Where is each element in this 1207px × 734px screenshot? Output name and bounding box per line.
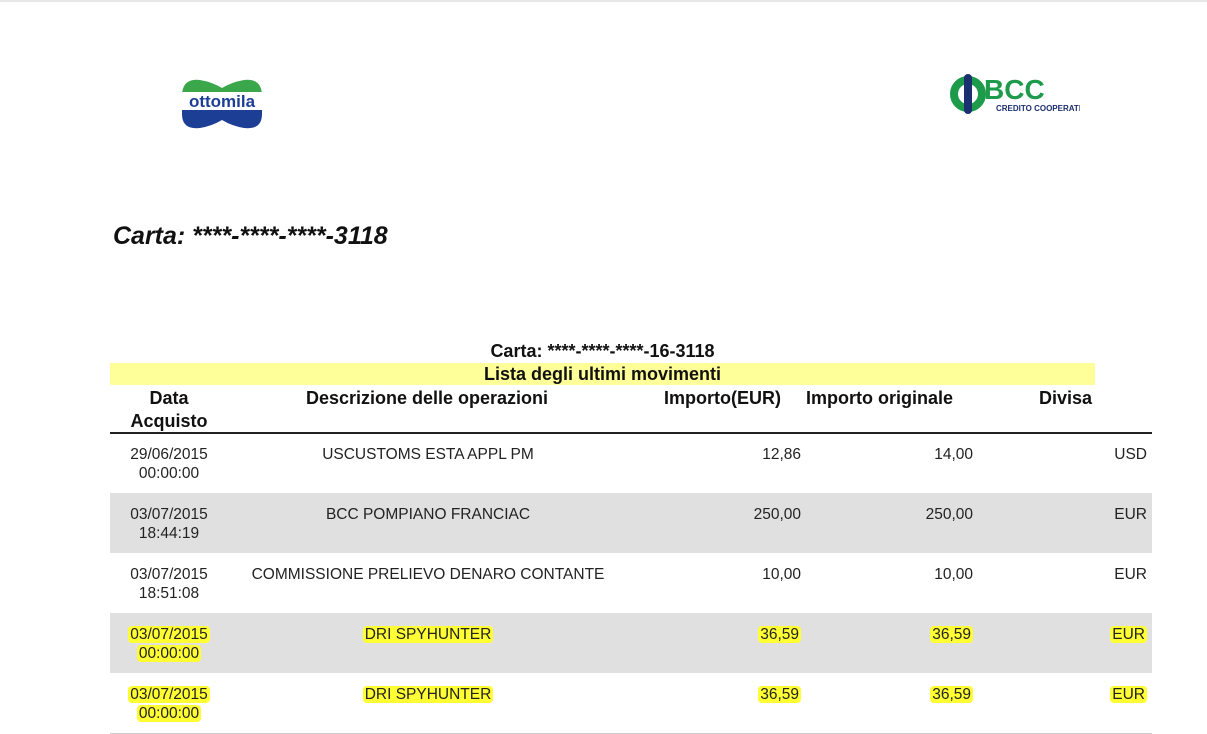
header-description: Descrizione delle operazioni [305, 388, 549, 408]
card-title: Carta: ****-****-****-3118 [113, 222, 388, 250]
svg-text:CREDITO COOPERATIVO: CREDITO COOPERATIVO [996, 104, 1080, 113]
svg-text:BCC: BCC [984, 74, 1045, 105]
header-date: Data Acquisto [130, 388, 208, 431]
header-original-amount: Importo originale [806, 388, 954, 408]
table-row-highlighted: 03/07/2015 00:00:00 DRI SPYHUNTER 36,59 36,… [110, 613, 1152, 673]
svg-text:ottomila: ottomila [189, 92, 256, 111]
ottomila-logo: ottomila [182, 79, 262, 129]
card-subtitle: Carta: ****-****-****-16-3118 [490, 341, 715, 361]
table-row-highlighted: 03/07/2015 00:00:00 DRI SPYHUNTER 36,59 36,… [110, 673, 1152, 734]
table-row: 03/07/2015 18:51:08 COMMISSIONE PRELIEVO … [130, 566, 1147, 602]
header-currency: Divisa [1038, 388, 1092, 408]
table-row: 03/07/2015 18:44:19 BCC POMPIANO FRANCIAC… [110, 493, 1152, 553]
header-amount-eur: Importo(EUR) [664, 388, 781, 408]
top-border [0, 0, 1207, 2]
list-title: Lista degli ultimi movimenti [110, 363, 1095, 385]
bcc-logo: BCC CREDITO COOPERATIVO [950, 74, 1080, 114]
table-row: 29/06/2015 00:00:00 USCUSTOMS ESTA APPL P… [130, 446, 1147, 482]
